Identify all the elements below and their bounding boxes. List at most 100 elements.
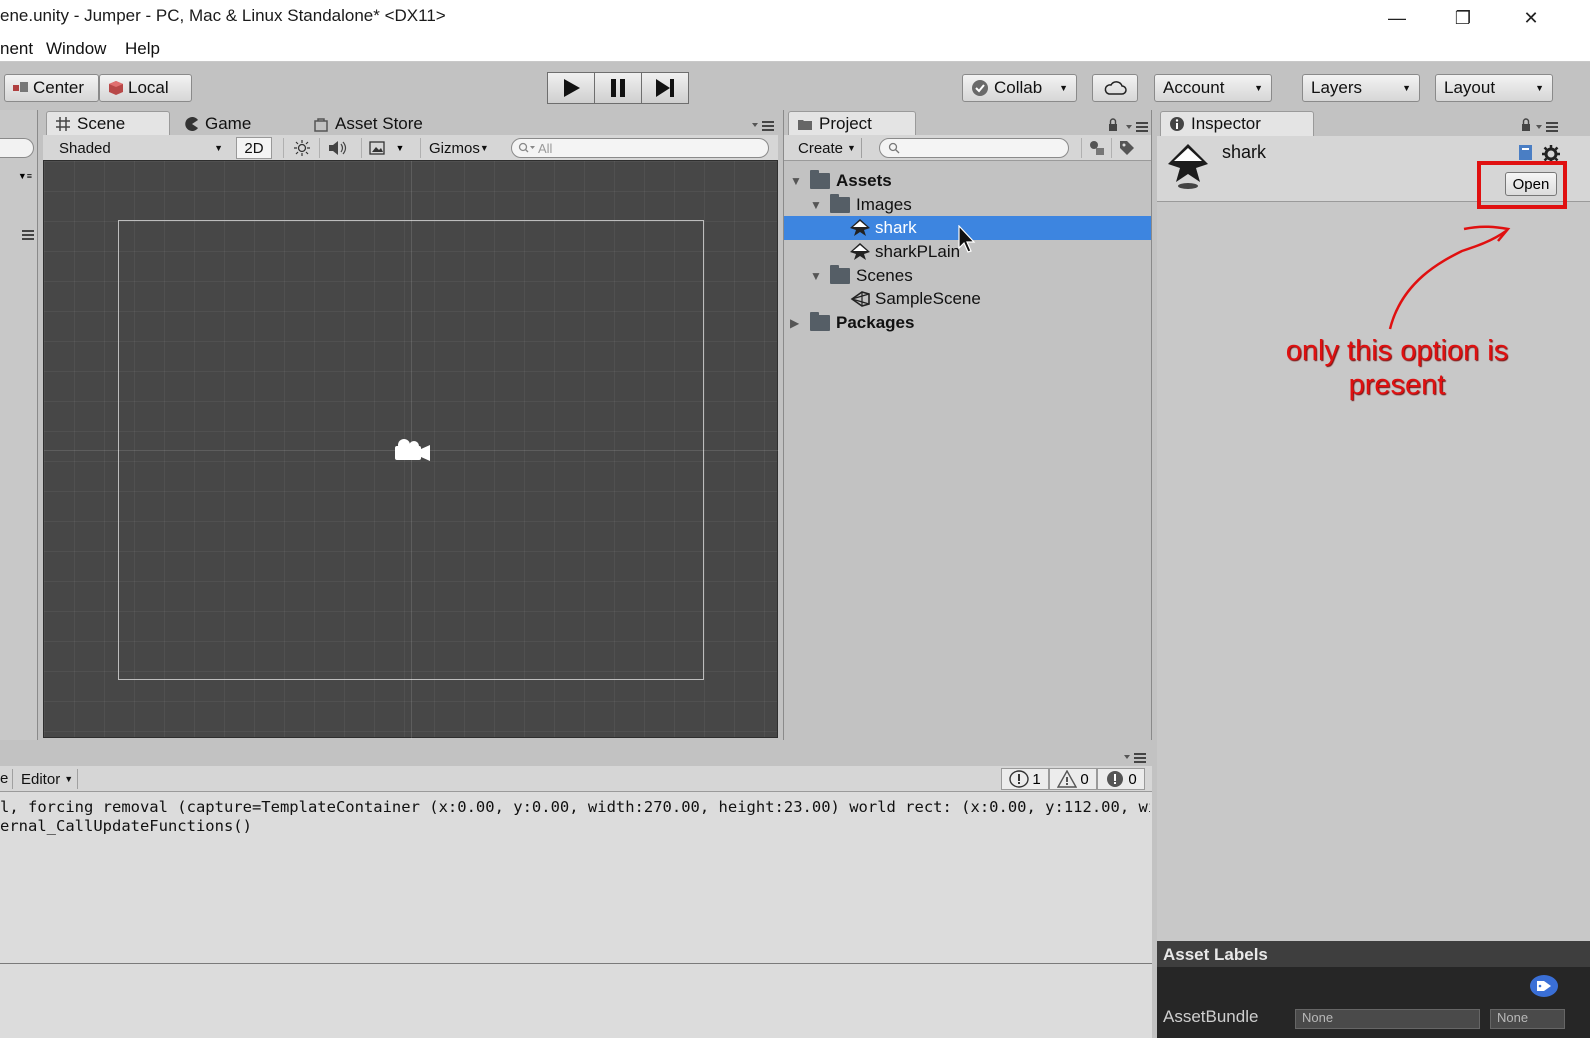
gizmos-dropdown[interactable]: Gizmos ▼ <box>420 138 496 158</box>
console-detail-divider[interactable] <box>0 963 1152 964</box>
project-search-input[interactable] <box>879 138 1069 158</box>
dropdown-arrow-icon: ▼ <box>1535 83 1544 93</box>
sun-icon <box>293 140 310 156</box>
dropdown-arrow-icon: ▼ <box>1254 83 1263 93</box>
create-dropdown[interactable]: Create ▼ <box>790 138 862 158</box>
info-filter-toggle[interactable]: 1 <box>1001 768 1049 790</box>
inspector-lock-menu-icon[interactable] <box>1518 117 1562 133</box>
search-by-label-button[interactable] <box>1111 138 1141 158</box>
hierarchy-create-dropdown[interactable]: ▼≡ <box>0 164 36 188</box>
console-log[interactable]: l, forcing removal (capture=TemplateCont… <box>0 798 1150 836</box>
collapse-arrow-icon[interactable]: ▶ <box>790 316 810 330</box>
layout-dropdown[interactable]: Layout ▼ <box>1435 74 1553 102</box>
title-bar: ene.unity - Jumper - PC, Mac & Linux Sta… <box>0 0 1590 36</box>
audio-toggle[interactable] <box>319 138 355 158</box>
assetbundle-dropdown[interactable]: None <box>1295 1009 1480 1029</box>
console-panel-menu-icon[interactable] <box>1122 750 1148 764</box>
info-count: 1 <box>1032 770 1041 788</box>
cloud-icon <box>1104 81 1127 95</box>
dropdown-arrow-icon: ▼ <box>64 774 74 784</box>
dropdown-arrow-icon: ▼ <box>479 143 489 153</box>
tree-label-scenes: Scenes <box>856 265 913 285</box>
asset-labels-area: AssetBundle None None <box>1157 967 1590 1038</box>
error-filter-toggle[interactable]: 0 <box>1097 768 1145 790</box>
error-icon <box>1107 771 1124 787</box>
tab-asset-store[interactable]: Asset Store <box>304 111 464 136</box>
shading-mode-dropdown[interactable]: Shaded ▼ <box>51 138 231 158</box>
expand-arrow-icon[interactable]: ▼ <box>790 174 810 188</box>
center-label: Center <box>33 78 85 97</box>
shopping-bag-icon <box>314 118 328 132</box>
tab-game[interactable]: Game <box>176 111 300 136</box>
scene-search-field[interactable]: All <box>511 138 769 158</box>
step-button[interactable] <box>641 72 689 104</box>
account-dropdown[interactable]: Account ▼ <box>1154 74 1272 102</box>
collab-dropdown[interactable]: Collab ▼ <box>962 74 1077 102</box>
tree-item-assets[interactable]: ▼ Assets <box>784 169 1151 193</box>
pivot-local-button[interactable]: Local <box>99 74 192 102</box>
close-button[interactable]: ✕ <box>1508 0 1554 36</box>
image-icon <box>368 141 385 155</box>
panel-splitter[interactable] <box>1152 740 1157 1038</box>
mouse-cursor-icon <box>958 225 976 253</box>
tab-game-label: Game <box>205 114 252 133</box>
console-log-line[interactable]: ernal_CallUpdateFunctions() <box>0 817 1150 836</box>
assetbundle-variant-dropdown[interactable]: None <box>1490 1009 1565 1029</box>
menu-help[interactable]: Help <box>125 39 160 59</box>
dropdown-arrow-icon: ▼ <box>214 143 223 153</box>
project-toolbar: Create ▼ <box>784 135 1151 161</box>
dropdown-arrow-icon: ▼ <box>1402 83 1411 93</box>
layers-dropdown[interactable]: Layers ▼ <box>1302 74 1420 102</box>
tab-project-label: Project <box>819 114 872 133</box>
cloud-button[interactable] <box>1092 74 1138 102</box>
inkscape-file-icon <box>850 219 870 237</box>
toggle-2d-button[interactable]: 2D <box>236 137 272 159</box>
assetbundle-value: None <box>1302 1010 1334 1025</box>
warning-count: 0 <box>1080 770 1089 788</box>
tab-inspector[interactable]: Inspector <box>1160 111 1314 136</box>
window-title: ene.unity - Jumper - PC, Mac & Linux Sta… <box>0 6 446 25</box>
expand-arrow-icon[interactable]: ▼ <box>810 269 830 283</box>
pivot-center-button[interactable]: Center <box>4 74 99 102</box>
menu-window[interactable]: Window <box>46 39 106 59</box>
tree-item-packages[interactable]: ▶ Packages <box>784 311 1151 335</box>
tab-asset-store-label: Asset Store <box>335 114 423 133</box>
effects-dropdown-arrow-icon[interactable]: ▼ <box>391 138 409 158</box>
label-tag-icon[interactable] <box>1529 974 1559 998</box>
restore-button[interactable]: ❐ <box>1440 0 1486 36</box>
menu-component[interactable]: nent <box>0 39 33 59</box>
tree-item-samplescene[interactable]: SampleScene <box>784 287 1151 311</box>
tree-item-images[interactable]: ▼ Images <box>784 193 1151 217</box>
help-book-icon[interactable] <box>1517 144 1535 162</box>
scene-search-placeholder: All <box>538 140 553 156</box>
speaker-icon <box>328 141 346 155</box>
annotation-line-1: only this option is <box>1285 335 1509 367</box>
project-lock-menu-icon[interactable] <box>1106 117 1150 133</box>
menu-bar: nent Window Help <box>0 36 1590 62</box>
console-log-line[interactable]: l, forcing removal (capture=TemplateCont… <box>0 798 1150 817</box>
console-tab-fragment[interactable]: e <box>0 770 8 787</box>
inkscape-asset-icon <box>1168 144 1208 189</box>
scene-viewport[interactable] <box>43 160 779 739</box>
tab-scene[interactable]: Scene <box>46 111 170 136</box>
cube-icon <box>109 81 123 95</box>
warning-filter-toggle[interactable]: 0 <box>1049 768 1097 790</box>
tree-item-scenes[interactable]: ▼ Scenes <box>784 264 1151 288</box>
lighting-toggle[interactable] <box>283 138 319 158</box>
effects-toggle[interactable] <box>361 138 391 158</box>
editor-dropdown[interactable]: Editor ▼ <box>12 769 78 789</box>
pause-button[interactable] <box>594 72 642 104</box>
camera-gizmo-icon[interactable] <box>392 436 432 466</box>
minimize-button[interactable]: — <box>1374 0 1420 36</box>
tab-project[interactable]: Project <box>788 111 916 136</box>
play-button[interactable] <box>547 72 595 104</box>
tree-label-images: Images <box>856 194 912 214</box>
expand-arrow-icon[interactable]: ▼ <box>810 198 830 212</box>
annotation-highlight-box <box>1477 161 1567 209</box>
search-by-type-button[interactable] <box>1081 138 1111 158</box>
account-label: Account <box>1163 78 1225 97</box>
scene-panel-menu-icon[interactable] <box>750 118 776 132</box>
error-count: 0 <box>1128 770 1137 788</box>
hierarchy-search-input[interactable] <box>0 138 34 158</box>
tree-label-sharkplain: sharkPLain <box>875 241 961 261</box>
